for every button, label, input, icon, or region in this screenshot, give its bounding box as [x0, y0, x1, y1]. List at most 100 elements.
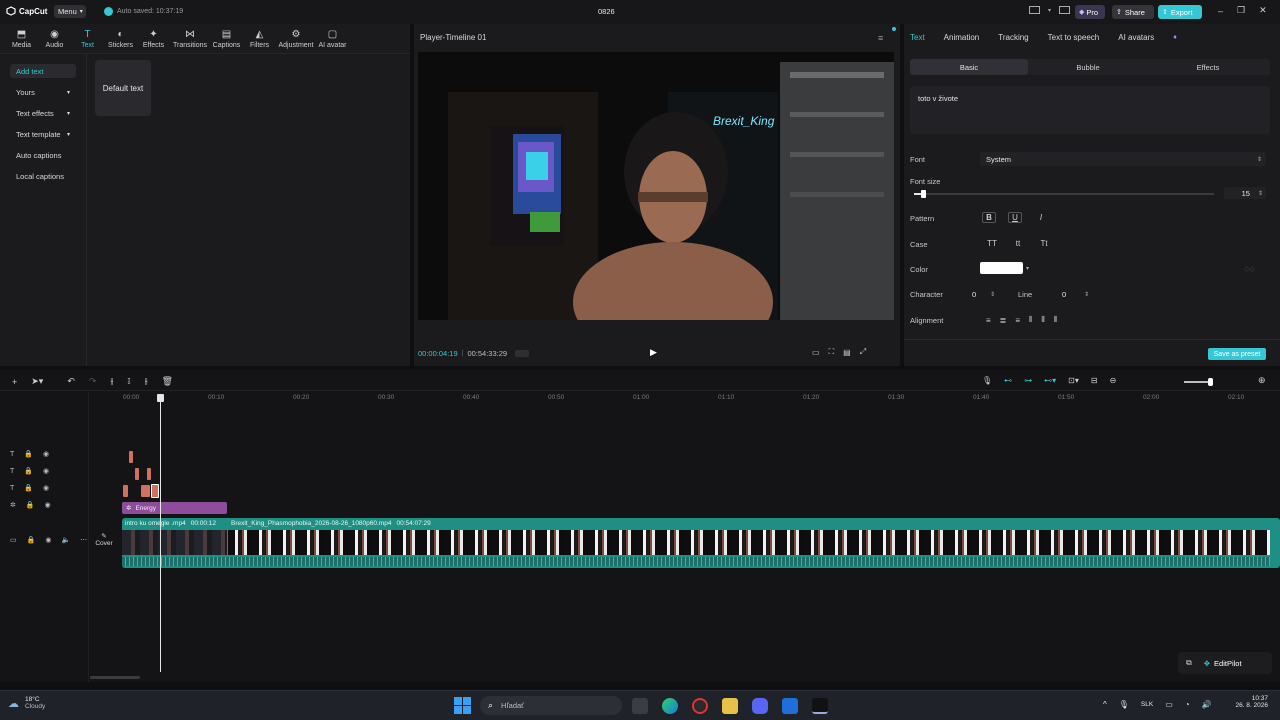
subtab-bubble[interactable]: Bubble — [1028, 63, 1148, 72]
lock-icon[interactable]: 🔒 — [27, 536, 36, 544]
sidebar-item-local-captions[interactable]: Local captions — [10, 169, 76, 183]
fullscreen-icon[interactable]: ⤢ — [860, 347, 866, 357]
clip2-thumbnails[interactable] — [228, 530, 1270, 555]
text-content-input[interactable]: toto v živote — [910, 86, 1270, 134]
tool-adjustment[interactable]: ⚙ Adjustment — [276, 29, 316, 49]
obs-icon[interactable] — [692, 698, 708, 714]
start-icon[interactable] — [454, 697, 471, 714]
split-left-icon[interactable]: ⫱ — [127, 376, 130, 387]
tool-stickers[interactable]: ◐ Stickers — [104, 29, 137, 49]
effect-clip[interactable]: ✲ Energy — [122, 502, 227, 514]
volume-icon[interactable]: 🔊 — [1202, 700, 1212, 709]
keyframe-icon[interactable]: ◇◇ — [1244, 265, 1255, 273]
font-size-slider[interactable] — [914, 190, 1214, 198]
lock-icon[interactable]: 🔒 — [24, 450, 33, 458]
align-left-icon[interactable]: ≡ — [986, 316, 991, 325]
character-stepper[interactable]: 0 ⇕ — [972, 288, 1006, 300]
align-middle-icon[interactable]: ⫴ — [1041, 315, 1044, 325]
text-clip[interactable] — [129, 451, 133, 463]
vscode-icon[interactable] — [782, 698, 798, 714]
selected-text-clip[interactable] — [151, 484, 159, 498]
case-title-button[interactable]: Tt — [1036, 239, 1052, 248]
crop-icon[interactable]: ⛶ — [829, 347, 835, 357]
network-icon[interactable]: ◔ — [1185, 700, 1190, 709]
magnet-icon[interactable]: ⊶ — [1024, 376, 1032, 385]
tool-transitions[interactable]: ⋈ Transitions — [170, 29, 210, 49]
screen-icon[interactable]: ⧉ — [1186, 658, 1192, 668]
edge-icon[interactable] — [662, 698, 678, 714]
sidebar-item-text-effects[interactable]: Text effects ▾ — [10, 106, 76, 120]
italic-icon[interactable]: I — [1034, 213, 1048, 222]
eye-icon[interactable]: ◉ — [43, 484, 49, 492]
text-clip[interactable] — [123, 485, 128, 497]
shortcuts-icon[interactable] — [1059, 6, 1071, 14]
caption-icon[interactable]: ⊟ — [1091, 376, 1098, 385]
task-view-icon[interactable] — [632, 698, 648, 714]
default-text-card[interactable]: Default text — [95, 60, 151, 116]
tab-text[interactable]: Text — [910, 33, 925, 42]
playhead[interactable] — [160, 394, 161, 672]
cover-button[interactable]: ✎ Cover — [93, 532, 115, 554]
align-right-icon[interactable]: ≡ — [1015, 316, 1020, 325]
underline-icon[interactable]: U — [1008, 212, 1022, 223]
minimize-icon[interactable]: – — [1218, 6, 1223, 16]
ratio-icon[interactable]: ▤ — [843, 348, 851, 357]
language-indicator[interactable]: SLK — [1141, 701, 1153, 708]
close-icon[interactable]: ✕ — [1259, 5, 1267, 16]
subtab-effects[interactable]: Effects — [1148, 63, 1268, 72]
zoom-in-icon[interactable]: ⊕ — [1258, 375, 1266, 386]
clock[interactable]: 10:37 26. 8. 2026 — [1218, 695, 1268, 709]
taskbar-search[interactable]: ⌕ Hľadať — [480, 696, 622, 715]
tool-effects[interactable]: ✦ Effects — [137, 29, 170, 49]
time-ruler[interactable]: 00:00 00:10 00:20 00:30 00:40 00:50 01:00 01:10… — [0, 394, 1280, 406]
eye-icon[interactable]: ◉ — [45, 501, 51, 509]
play-icon[interactable]: ▶ — [650, 347, 657, 358]
align-center-icon[interactable]: ≣ — [1000, 316, 1007, 325]
tool-ai-avatar[interactable]: ▢ AI avatar — [316, 29, 349, 49]
capcut-taskbar-icon[interactable] — [812, 698, 828, 714]
sidebar-item-auto-captions[interactable]: Auto captions — [10, 148, 76, 162]
zoom-slider-handle[interactable] — [1208, 378, 1213, 386]
add-icon[interactable]: + — [12, 377, 17, 387]
link-clips-icon[interactable]: ⊷ — [1004, 376, 1012, 385]
tab-animation[interactable]: Animation — [944, 33, 980, 42]
tool-filters[interactable]: ◭ Filters — [243, 29, 276, 49]
tab-text-to-speech[interactable]: Text to speech — [1048, 33, 1100, 42]
sidebar-item-text-template[interactable]: Text template ▾ — [10, 127, 76, 141]
preview-axis-icon[interactable]: ⊡▾ — [1068, 376, 1079, 385]
align-top-icon[interactable]: ⫴ — [1029, 315, 1032, 325]
font-size-stepper[interactable]: 15 ⇕ — [1224, 187, 1266, 199]
tab-tracking[interactable]: Tracking — [998, 33, 1028, 42]
undo-icon[interactable]: ↶ — [67, 376, 75, 387]
pro-button[interactable]: ◆ Pro — [1075, 5, 1105, 19]
tool-captions[interactable]: ▤ Captions — [210, 29, 243, 49]
tool-audio[interactable]: ◉ Audio — [38, 29, 71, 49]
app-icon[interactable] — [722, 698, 738, 714]
mute-icon[interactable]: 🔈 — [61, 536, 70, 544]
microphone-icon[interactable]: 🎙 — [982, 376, 992, 385]
editpilot-button[interactable]: ✥ EditPilot — [1204, 659, 1242, 668]
subtab-basic[interactable]: Basic — [910, 59, 1028, 75]
text-clip[interactable] — [141, 485, 150, 497]
lock-icon[interactable]: 🔒 — [24, 484, 33, 492]
video-preview[interactable]: Brexit_King — [418, 52, 894, 320]
delete-icon[interactable]: 🗑 — [162, 376, 173, 387]
share-button[interactable]: ⇪ Share — [1112, 5, 1154, 19]
tool-text[interactable]: T Text — [71, 29, 104, 49]
bold-icon[interactable]: B — [982, 212, 996, 223]
text-clip[interactable] — [135, 468, 139, 480]
horizontal-scrollbar[interactable] — [90, 676, 140, 679]
sidebar-item-add-text[interactable]: Add text — [10, 64, 76, 78]
line-stepper[interactable]: 0 ⇕ — [1062, 288, 1096, 300]
subtitle-icon[interactable]: ▭ — [812, 348, 820, 357]
export-button[interactable]: ⇧ Export — [1158, 5, 1202, 19]
auto-snap-icon[interactable]: ⊷▾ — [1044, 376, 1056, 385]
weather-widget[interactable]: ☁ 18°C Cloudy — [8, 696, 45, 710]
display-icon[interactable]: ▭ — [1165, 700, 1173, 709]
more-icon[interactable]: ⋯ — [80, 536, 87, 544]
menu-icon[interactable]: ≡ — [878, 33, 883, 43]
lock-icon[interactable]: 🔒 — [24, 467, 33, 475]
split-right-icon[interactable]: ⫲ — [145, 376, 148, 387]
zoom-out-icon[interactable]: ⊖ — [1110, 376, 1117, 385]
tab-ai-avatars[interactable]: AI avatars — [1118, 33, 1154, 42]
